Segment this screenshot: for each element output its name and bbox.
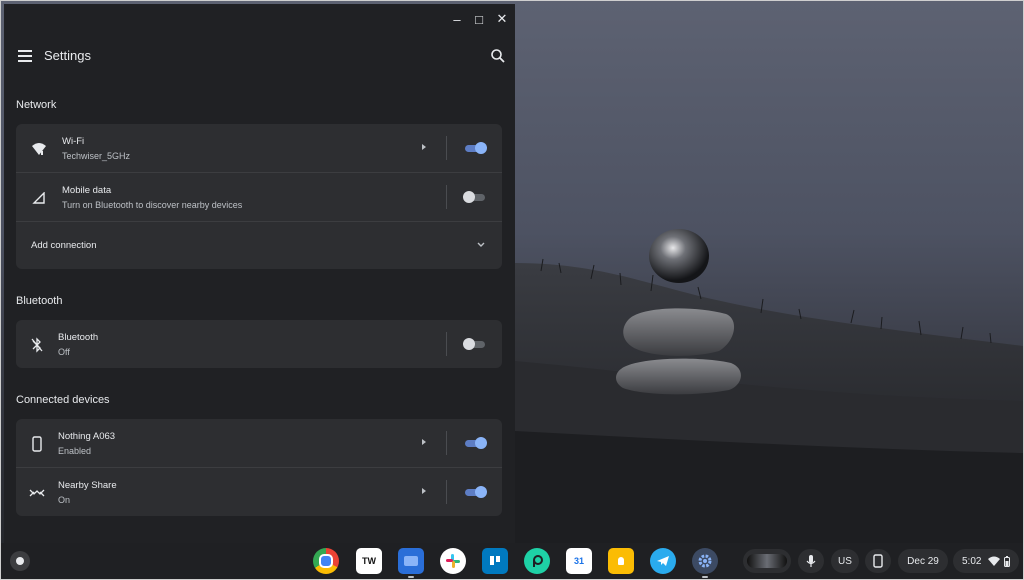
add-connection-row[interactable]: Add connection: [16, 222, 502, 270]
bluetooth-status: Off: [58, 347, 70, 357]
maximize-button[interactable]: □: [468, 8, 490, 30]
menu-icon[interactable]: [18, 50, 32, 62]
wifi-label: Wi-Fi: [62, 136, 85, 147]
nearby-share-row[interactable]: Nearby Share On: [16, 468, 502, 516]
shelf: TW 31 US Dec 29 5:02: [1, 543, 1023, 579]
bluetooth-label: Bluetooth: [58, 332, 99, 343]
wifi-toggle[interactable]: [463, 142, 487, 154]
settings-icon[interactable]: [692, 548, 718, 574]
bluetooth-section-title: Bluetooth: [16, 295, 63, 307]
nearby-share-toggle[interactable]: [463, 486, 487, 498]
nearby-share-label: Nearby Share: [58, 480, 117, 491]
wifi-network-name: Techwiser_5GHz: [62, 151, 131, 161]
separator: [446, 480, 447, 504]
phone-status: Enabled: [58, 446, 92, 456]
keep-icon[interactable]: [608, 548, 634, 574]
network-card: Wi-Fi Techwiser_5GHz Mobile data Turn on…: [16, 124, 502, 269]
app-bar: Settings: [4, 36, 515, 78]
connected-devices-card: Nothing A063 Enabled Nearby Share On: [16, 419, 502, 516]
wifi-icon: [30, 140, 48, 158]
minimize-button[interactable]: –: [446, 8, 468, 30]
mobile-data-sub: Turn on Bluetooth to discover nearby dev…: [62, 200, 243, 210]
files-icon[interactable]: [398, 548, 424, 574]
status-tray[interactable]: 5:02: [953, 549, 1019, 573]
chrome-icon[interactable]: [313, 548, 339, 574]
running-indicator: [702, 576, 708, 578]
connected-devices-section-title: Connected devices: [16, 394, 110, 406]
date-tray[interactable]: Dec 29: [898, 549, 948, 573]
phone-icon: [28, 435, 46, 453]
picsart-icon[interactable]: [524, 548, 550, 574]
wifi-icon: [988, 556, 1001, 566]
mobile-data-row[interactable]: Mobile data Turn on Bluetooth to discove…: [16, 173, 502, 221]
settings-window: – □ ✕ Settings Network Wi-Fi Techwiser_5…: [4, 4, 515, 544]
add-connection-label: Add connection: [31, 240, 97, 251]
trello-icon[interactable]: [482, 548, 508, 574]
calendar-icon[interactable]: 31: [566, 548, 592, 574]
phone-hub-tray[interactable]: [743, 549, 791, 573]
separator: [446, 185, 447, 209]
page-title: Settings: [44, 48, 91, 63]
separator: [446, 136, 447, 160]
slack-icon[interactable]: [440, 548, 466, 574]
techwiser-icon[interactable]: TW: [356, 548, 382, 574]
arrow-right-icon[interactable]: [420, 142, 428, 152]
clock: 5:02: [962, 555, 982, 567]
phone-name: Nothing A063: [58, 431, 116, 442]
search-icon[interactable]: [490, 48, 506, 64]
separator: [446, 431, 447, 455]
wifi-row[interactable]: Wi-Fi Techwiser_5GHz: [16, 124, 502, 172]
phone-status-icon[interactable]: [865, 549, 891, 573]
launcher-button[interactable]: [10, 551, 30, 571]
telegram-icon[interactable]: [650, 548, 676, 574]
arrow-right-icon[interactable]: [420, 437, 428, 447]
nearby-share-icon: [28, 484, 46, 502]
mobile-data-toggle[interactable]: [463, 191, 487, 203]
bluetooth-disabled-icon: [28, 336, 46, 354]
phone-hub-row[interactable]: Nothing A063 Enabled: [16, 419, 502, 467]
desktop: – □ ✕ Settings Network Wi-Fi Techwiser_5…: [0, 0, 1024, 580]
nearby-share-status: On: [58, 495, 71, 505]
microphone-icon[interactable]: [798, 549, 824, 573]
cellular-icon: [30, 189, 48, 207]
battery-icon: [1004, 555, 1011, 567]
bluetooth-row[interactable]: Bluetooth Off: [16, 320, 502, 368]
bluetooth-toggle[interactable]: [463, 338, 487, 350]
arrow-right-icon[interactable]: [420, 486, 428, 496]
phone-hub-toggle[interactable]: [463, 437, 487, 449]
bluetooth-card: Bluetooth Off: [16, 320, 502, 368]
input-method-indicator[interactable]: US: [831, 549, 859, 573]
close-button[interactable]: ✕: [491, 8, 513, 30]
mobile-data-label: Mobile data: [62, 185, 112, 196]
running-indicator: [408, 576, 414, 578]
chevron-down-icon[interactable]: [476, 240, 486, 250]
network-section-title: Network: [16, 99, 57, 111]
separator: [446, 332, 447, 356]
